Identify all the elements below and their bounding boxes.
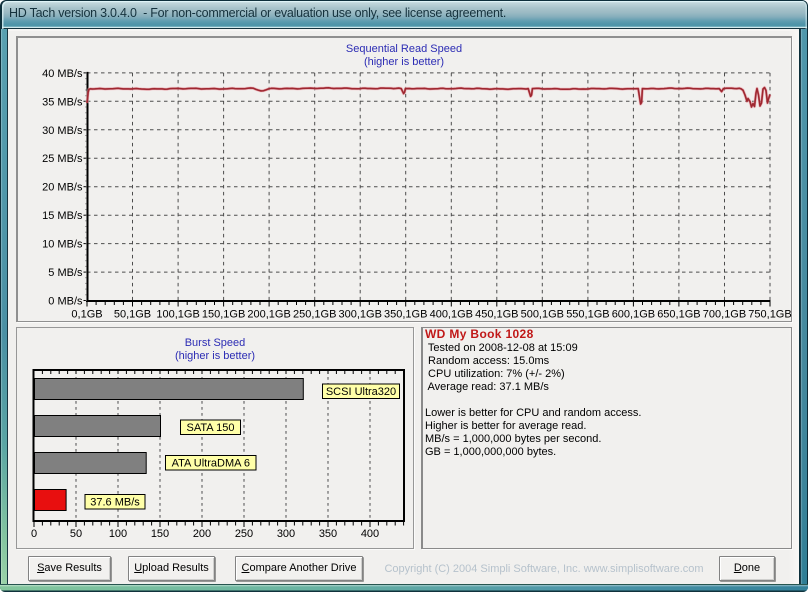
svg-text:750,1GB: 750,1GB [748,309,791,321]
svg-text:0 MB/s: 0 MB/s [48,296,83,308]
svg-text:25 MB/s: 25 MB/s [42,153,83,165]
svg-text:(higher is better): (higher is better) [364,56,444,68]
svg-text:40 MB/s: 40 MB/s [42,68,83,80]
svg-text:300: 300 [277,528,295,540]
svg-text:30 MB/s: 30 MB/s [42,125,83,137]
svg-text:150,1GB: 150,1GB [202,309,245,321]
svg-text:0,1GB: 0,1GB [71,309,102,321]
svg-text:350: 350 [319,528,337,540]
svg-text:550,1GB: 550,1GB [566,309,609,321]
svg-text:600,1GB: 600,1GB [612,309,655,321]
svg-text:SCSI Ultra320: SCSI Ultra320 [326,386,396,398]
svg-text:250: 250 [235,528,253,540]
svg-text:Sequential Read Speed: Sequential Read Speed [346,43,462,55]
svg-text:700,1GB: 700,1GB [703,309,746,321]
svg-text:0: 0 [31,528,37,540]
svg-text:400: 400 [361,528,379,540]
svg-text:5 MB/s: 5 MB/s [48,267,83,279]
svg-text:450,1GB: 450,1GB [475,309,518,321]
svg-text:20 MB/s: 20 MB/s [42,182,83,194]
svg-text:200,1GB: 200,1GB [247,309,290,321]
svg-text:50,1GB: 50,1GB [114,309,151,321]
svg-text:500,1GB: 500,1GB [521,309,564,321]
svg-text:100: 100 [109,528,127,540]
svg-text:SATA 150: SATA 150 [187,422,235,434]
svg-text:37.6 MB/s: 37.6 MB/s [90,497,140,509]
svg-text:300,1GB: 300,1GB [338,309,381,321]
svg-text:35 MB/s: 35 MB/s [42,96,83,108]
svg-text:100,1GB: 100,1GB [156,309,199,321]
svg-text:250,1GB: 250,1GB [293,309,336,321]
svg-text:200: 200 [193,528,211,540]
svg-text:150: 150 [151,528,169,540]
svg-text:15 MB/s: 15 MB/s [42,210,83,222]
svg-text:ATA UltraDMA 6: ATA UltraDMA 6 [172,458,250,470]
svg-text:Burst Speed: Burst Speed [185,337,246,349]
svg-text:(higher is better): (higher is better) [175,350,255,362]
svg-text:10 MB/s: 10 MB/s [42,239,83,251]
svg-text:350,1GB: 350,1GB [384,309,427,321]
svg-text:400,1GB: 400,1GB [430,309,473,321]
svg-text:650,1GB: 650,1GB [657,309,700,321]
svg-text:50: 50 [70,528,82,540]
